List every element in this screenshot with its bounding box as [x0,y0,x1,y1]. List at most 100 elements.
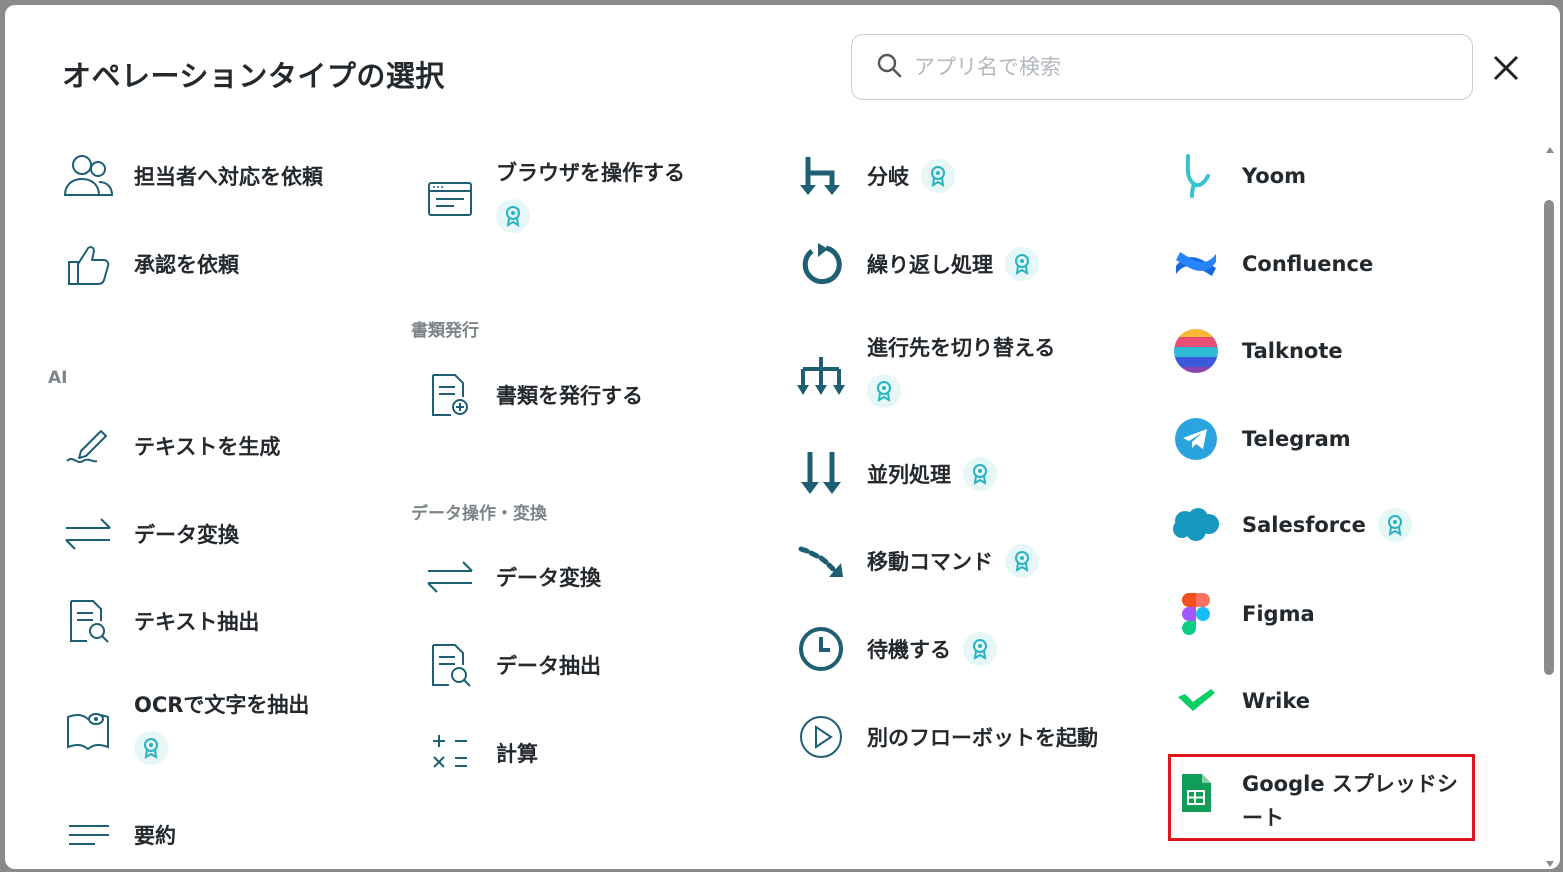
confluence-logo-icon [1170,238,1222,290]
item-generate-text[interactable]: テキストを生成 [62,420,280,472]
item-label: Salesforce [1242,513,1366,537]
item-label: Talknote [1242,339,1343,363]
item-branch[interactable]: 分岐 [795,150,955,202]
item-summary[interactable]: 要約 [62,809,176,861]
item-switch-route[interactable]: 進行先を切り替える [795,332,1055,408]
figma-logo-icon [1170,588,1222,640]
loop-icon [795,238,847,290]
item-loop[interactable]: 繰り返し処理 [795,238,1039,290]
item-label: Confluence [1242,252,1374,276]
yoom-logo-icon [1170,150,1222,202]
item-label: データ抽出 [496,654,601,678]
document-add-icon [424,369,476,421]
item-text-extract[interactable]: テキスト抽出 [62,595,259,647]
clock-icon [795,623,847,675]
document-search-icon [424,639,476,691]
item-label: テキスト抽出 [134,610,260,634]
item-label: Yoom [1242,164,1307,188]
premium-badge-icon [496,199,530,233]
scroll-down-arrow[interactable] [1545,853,1555,867]
app-telegram[interactable]: Telegram [1170,413,1351,465]
section-data-ops: データ操作・変換 [411,504,547,524]
scrollbar-thumb[interactable] [1544,200,1554,675]
item-label: Wrike [1242,689,1310,713]
item-label: 分岐 [867,165,909,189]
premium-badge-icon [1005,247,1039,281]
premium-badge-icon [867,374,901,408]
item-label: 担当者へ対応を依頼 [134,165,323,189]
item-label: Telegram [1242,427,1351,451]
item-label: 並列処理 [867,463,951,487]
item-data-convert[interactable]: データ変換 [62,508,239,560]
app-google-sheets[interactable]: Google スプレッドシート [1170,767,1472,835]
operation-type-modal: オペレーションタイプの選択 担当者へ対応を依頼 承認を依頼 AI テキストを生成… [5,5,1560,869]
item-label: Google スプレッドシート [1242,772,1458,830]
search-icon [876,52,902,82]
google-sheets-logo-icon [1170,767,1222,819]
premium-badge-icon [963,632,997,666]
section-ai: AI [48,368,68,388]
calculator-icon [424,727,476,779]
item-data-convert-2[interactable]: データ変換 [424,551,601,603]
item-label: ブラウザを操作する [496,161,685,185]
item-label: 別のフローボットを起動 [867,726,1098,750]
salesforce-logo-icon [1170,499,1222,551]
premium-badge-icon [134,731,168,765]
item-data-extract[interactable]: データ抽出 [424,639,601,691]
parallel-arrows-icon [795,448,847,500]
item-label: データ変換 [496,566,601,590]
item-browser[interactable]: ブラウザを操作する [424,157,685,233]
swap-arrows-icon [424,551,476,603]
item-wait[interactable]: 待機する [795,623,997,675]
item-label: 書類を発行する [496,384,643,408]
item-parallel[interactable]: 並列処理 [795,448,997,500]
dashed-arrow-icon [795,535,847,587]
users-icon [62,150,114,202]
item-label: Figma [1242,602,1315,626]
play-circle-icon [795,711,847,763]
item-move-command[interactable]: 移動コマンド [795,535,1039,587]
app-wrike[interactable]: Wrike [1170,675,1310,727]
book-eye-icon [62,703,114,755]
item-assign-task[interactable]: 担当者へ対応を依頼 [62,150,323,202]
thumbs-up-icon [62,238,114,290]
premium-badge-icon [1005,544,1039,578]
branch-icon [795,150,847,202]
item-label: 進行先を切り替える [867,336,1056,360]
close-button[interactable] [1489,51,1523,85]
pencil-write-icon [62,420,114,472]
app-salesforce[interactable]: Salesforce [1170,499,1412,551]
telegram-logo-icon [1170,413,1222,465]
close-icon [1493,55,1519,81]
app-figma[interactable]: Figma [1170,588,1315,640]
talknote-logo-icon [1170,325,1222,377]
search-input[interactable] [912,54,1436,80]
item-label: テキストを生成 [134,435,281,459]
app-yoom[interactable]: Yoom [1170,150,1306,202]
premium-badge-icon [1377,508,1412,542]
modal-title: オペレーションタイプの選択 [62,59,445,93]
browser-window-icon [424,173,476,225]
item-request-approval[interactable]: 承認を依頼 [62,238,239,290]
wrike-logo-icon [1170,675,1222,727]
item-label: 繰り返し処理 [867,253,993,277]
app-talknote[interactable]: Talknote [1170,325,1343,377]
item-label: 待機する [867,638,951,662]
search-box[interactable] [851,34,1473,100]
item-label: 承認を依頼 [134,253,239,277]
item-label: 要約 [134,824,176,848]
item-launch-flowbot[interactable]: 別のフローボットを起動 [795,711,1098,763]
item-label: OCRで文字を抽出 [134,693,310,717]
document-search-icon [62,595,114,647]
item-label: 移動コマンド [867,550,993,574]
swap-arrows-icon [62,508,114,560]
premium-badge-icon [921,159,955,193]
route-switch-icon [795,350,847,402]
scroll-up-arrow[interactable] [1545,139,1555,153]
item-ocr[interactable]: OCRで文字を抽出 [62,689,309,765]
lines-icon [62,809,114,861]
item-issue-document[interactable]: 書類を発行する [424,369,643,421]
item-label: データ変換 [134,523,239,547]
app-confluence[interactable]: Confluence [1170,238,1373,290]
item-calculate[interactable]: 計算 [424,727,538,779]
